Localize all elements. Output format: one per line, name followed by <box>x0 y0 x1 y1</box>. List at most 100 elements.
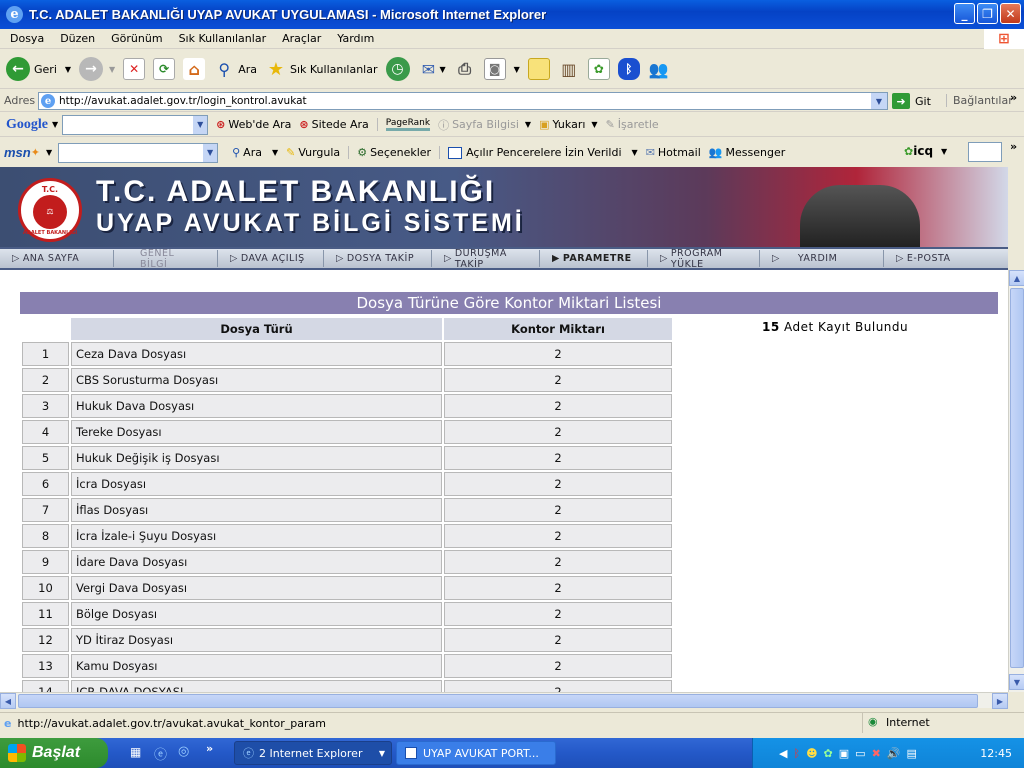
clock[interactable]: 12:45 <box>980 747 1012 760</box>
nav-yardim[interactable]: ▷ YARDIM <box>760 250 884 267</box>
back-button[interactable]: ← Geri ▼ <box>6 57 71 81</box>
tray-network2-icon[interactable]: ▤ <box>907 747 917 760</box>
chevron-down-icon[interactable]: ▼ <box>65 65 71 74</box>
nav-dosya-takip[interactable]: ▷ DOSYA TAKİP <box>324 250 432 267</box>
chevron-down-icon[interactable]: ▼ <box>272 148 278 157</box>
scroll-up-icon[interactable]: ▲ <box>1009 270 1024 286</box>
scroll-left-icon[interactable]: ◀ <box>0 693 16 709</box>
nav-program-yukle[interactable]: ▷ PROGRAM YÜKLE <box>648 248 760 270</box>
msn-logo[interactable]: msn <box>4 145 31 160</box>
pagerank-indicator[interactable]: PageRank <box>376 118 431 131</box>
stop-button[interactable]: ✕ <box>123 58 146 80</box>
favorites-button[interactable]: ★ Sık Kullanılanlar <box>265 58 378 80</box>
menu-tools[interactable]: Araçlar <box>274 32 329 45</box>
web-search-button[interactable]: ⊛ Web'de Ara <box>216 118 291 131</box>
chevron-down-icon[interactable]: ▼ <box>525 120 531 129</box>
row-number: 12 <box>22 628 69 652</box>
tray-display-icon[interactable]: ▭ <box>855 747 865 760</box>
ie-quicklaunch-icon[interactable]: ⓔ <box>154 744 167 763</box>
hotmail-button[interactable]: ✉ Hotmail <box>646 146 701 159</box>
start-button[interactable]: Başlat <box>0 738 108 768</box>
icq-input[interactable] <box>968 142 1002 162</box>
address-dropdown-icon[interactable]: ▼ <box>871 93 887 109</box>
chevron-down-icon[interactable]: ▼ <box>514 65 520 74</box>
maximize-button[interactable]: ❐ <box>977 3 998 24</box>
go-button[interactable]: ➜ Git <box>892 93 931 109</box>
site-search-button[interactable]: ⊛ Sitede Ara <box>299 118 368 131</box>
window-title: T.C. ADALET BAKANLIĞI UYAP AVUKAT UYGULA… <box>29 7 547 22</box>
chevron-down-icon[interactable]: ▼ <box>109 65 115 74</box>
quicklaunch-icon[interactable]: ▦ <box>130 745 141 759</box>
page-icon: e <box>4 717 12 730</box>
google-search-input[interactable] <box>62 114 209 135</box>
print-button[interactable]: ⎙ <box>454 58 476 80</box>
chevron-right-icon[interactable]: » <box>1010 91 1017 104</box>
chevron-down-icon[interactable]: ▼ <box>440 65 446 74</box>
popup-blocker-button[interactable]: Açılır Pencerelere İzin Verildi ▼ <box>439 146 638 159</box>
msn-search-button[interactable]: ⚲ Ara ▼ <box>232 146 278 159</box>
refresh-button[interactable]: ⟳ <box>153 58 176 80</box>
chevron-down-icon[interactable]: ▼ <box>591 120 597 129</box>
tray-network-icon[interactable]: ▣ <box>839 747 849 760</box>
chevron-right-icon[interactable]: » <box>206 742 213 755</box>
row-number: 4 <box>22 420 69 444</box>
messenger-button[interactable]: 👥 Messenger <box>709 146 785 159</box>
messenger-toolbar-button[interactable]: 👥 <box>648 58 670 80</box>
nav-parametre[interactable]: ▶ PARAMETRE <box>540 250 648 267</box>
chevron-down-icon[interactable]: ▼ <box>52 120 58 129</box>
tray-bluetooth-icon[interactable]: ᛒ <box>793 747 800 760</box>
address-input[interactable]: e http://avukat.adalet.gov.tr/login_kont… <box>38 92 888 110</box>
tray-security-icon[interactable]: ✖ <box>872 747 881 760</box>
media-quicklaunch-icon[interactable]: ◎ <box>178 744 189 759</box>
minimize-button[interactable]: _ <box>954 3 975 24</box>
links-label[interactable]: Bağlantılar <box>946 94 1013 107</box>
mail-button[interactable]: ✉ ▼ <box>418 58 446 80</box>
menu-file[interactable]: Dosya <box>2 32 52 45</box>
scroll-down-icon[interactable]: ▼ <box>1009 674 1024 690</box>
discuss-button[interactable] <box>527 58 550 80</box>
chevron-right-icon[interactable]: » <box>1010 140 1017 153</box>
close-button[interactable]: ✕ <box>1000 3 1021 24</box>
nav-durusma-takip[interactable]: ▷ DURUŞMA TAKİP <box>432 248 540 270</box>
horizontal-scrollbar[interactable]: ◀ ▶ <box>0 692 1008 709</box>
scroll-right-icon[interactable]: ▶ <box>992 693 1008 709</box>
home-button[interactable]: ⌂ <box>183 58 206 80</box>
menu-help[interactable]: Yardım <box>329 32 382 45</box>
google-logo[interactable]: Google <box>6 117 48 133</box>
window-title-bar[interactable]: e T.C. ADALET BAKANLIĞI UYAP AVUKAT UYGU… <box>0 0 1024 29</box>
chevron-down-icon[interactable]: ▼ <box>632 148 638 157</box>
search-button[interactable]: ⚲ Ara <box>213 58 257 80</box>
menu-view[interactable]: Görünüm <box>103 32 170 45</box>
menu-favorites[interactable]: Sık Kullanılanlar <box>171 32 275 45</box>
vertical-scrollbar[interactable]: ▲ ▼ <box>1008 270 1024 692</box>
tray-messenger-icon[interactable]: ☻ <box>806 747 817 760</box>
horizontal-scroll-thumb[interactable] <box>18 694 978 708</box>
options-button[interactable]: ⚙ Seçenekler <box>348 146 431 159</box>
record-count-label: Adet Kayıt Bulundu <box>784 320 909 334</box>
chevron-down-icon[interactable]: ▼ <box>941 147 947 156</box>
msn-search-input[interactable] <box>58 142 219 163</box>
msn-highlight-button[interactable]: ✎ Vurgula <box>286 146 340 159</box>
task-internet-explorer[interactable]: ⓔ 2 Internet Explorer ▼ <box>234 741 392 765</box>
vertical-scroll-thumb[interactable] <box>1010 288 1024 668</box>
tray-volume-icon[interactable]: 🔊 <box>887 747 901 760</box>
task-uyap-portal[interactable]: UYAP AVUKAT PORT... <box>396 741 556 765</box>
icq-toolbar-button[interactable]: ✿ <box>587 58 610 80</box>
forward-button[interactable]: → ▼ <box>79 57 115 81</box>
research-button[interactable]: ▥ <box>558 58 580 80</box>
nav-ana-sayfa[interactable]: ▷ ANA SAYFA <box>0 250 114 267</box>
edit-button[interactable]: ◙ ▼ <box>483 58 520 80</box>
bluetooth-button[interactable]: ᛒ <box>617 58 640 80</box>
menu-edit[interactable]: Düzen <box>52 32 103 45</box>
icq-button[interactable]: ✿ icq ▼ <box>904 144 947 158</box>
tray-expand-icon[interactable]: ◀ <box>779 747 787 760</box>
nav-genel-bilgi[interactable]: GENEL BİLGİ <box>114 248 218 270</box>
highlight-button[interactable]: ✎ İşaretle <box>606 118 659 131</box>
up-button[interactable]: ▣ Yukarı ▼ <box>539 118 598 131</box>
chevron-down-icon[interactable]: ▼ <box>46 148 52 157</box>
nav-e-posta[interactable]: ▷ E-POSTA <box>884 250 1004 267</box>
page-info-button[interactable]: ⓘ Sayfa Bilgisi ▼ <box>438 117 531 133</box>
nav-dava-acilis[interactable]: ▷ DAVA AÇILIŞ <box>218 250 324 267</box>
history-button[interactable]: ◷ <box>385 57 410 81</box>
tray-icq-icon[interactable]: ✿ <box>824 747 833 760</box>
